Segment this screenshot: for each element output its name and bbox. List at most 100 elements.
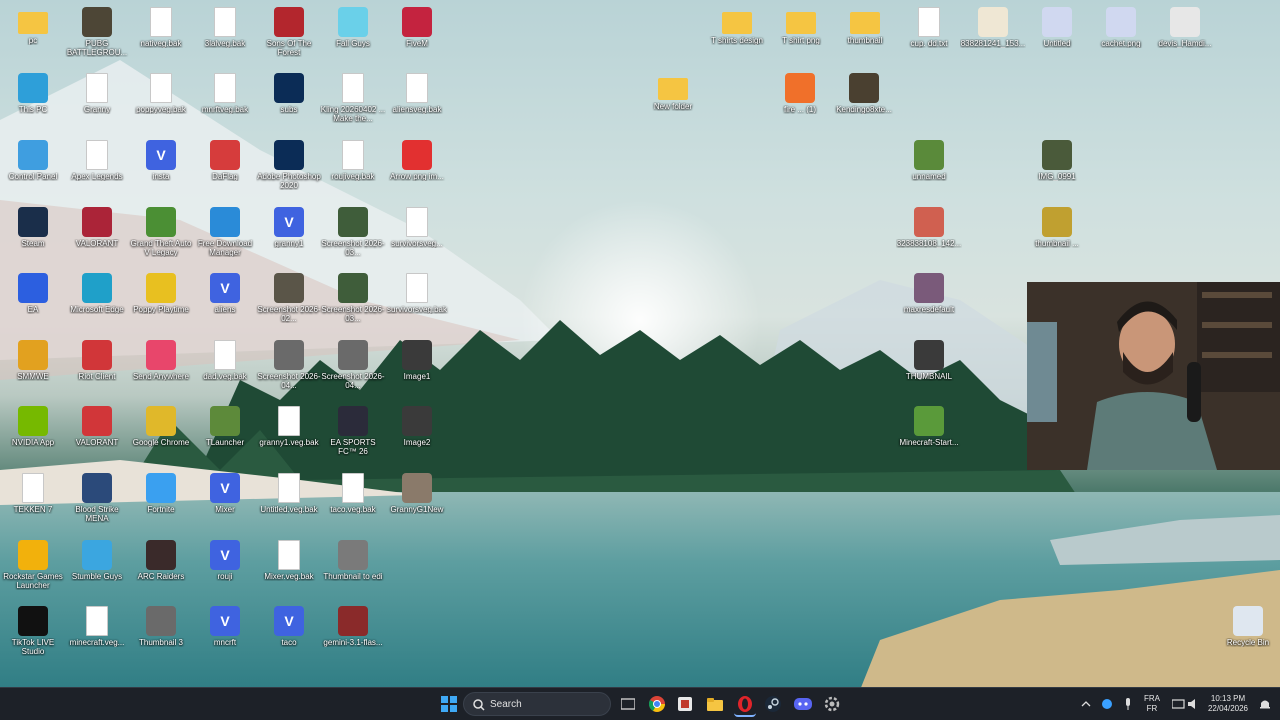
desktop-icon[interactable]: Minecraft-Start... (896, 403, 962, 465)
clock[interactable]: 10:13 PM 22/04/2026 (1203, 694, 1253, 714)
desktop-icon[interactable]: GrannyG1New (384, 470, 450, 532)
desktop-icon[interactable]: Screenshot 2026-04... (320, 337, 386, 399)
desktop-icon[interactable]: Steam (0, 204, 66, 266)
desktop-icon[interactable]: NVIDIA App (0, 403, 66, 465)
opera-taskbar-button[interactable] (734, 693, 756, 717)
desktop-icon[interactable]: IMG_0991 (1024, 137, 1090, 199)
desktop-icon[interactable]: Kling 20260402 ... Make the... (320, 70, 386, 132)
desktop-icon[interactable]: dad.veg.bak (192, 337, 258, 399)
desktop-icon[interactable]: devis_Hamdi... (1152, 4, 1218, 66)
desktop-icon[interactable]: Apex Legends (64, 137, 130, 199)
desktop-icon[interactable]: survivorsveg.bak (384, 270, 450, 332)
desktop-icon[interactable]: thumbnail ... (1024, 204, 1090, 266)
desktop-icon[interactable]: Free Download Manager (192, 204, 258, 266)
desktop-icon[interactable]: nativeg.bak (128, 4, 194, 66)
desktop-icon[interactable]: cachet.png (1088, 4, 1154, 66)
desktop-icon[interactable]: fire ... (1) (767, 70, 833, 132)
start-button[interactable] (438, 693, 460, 715)
tray-network-app[interactable] (1096, 693, 1118, 715)
steam-taskbar-button[interactable] (762, 693, 784, 715)
desktop-icon[interactable]: Image2 (384, 403, 450, 465)
desktop-icon[interactable]: Sons Of The Forest (256, 4, 322, 66)
desktop-icon[interactable]: New folder (640, 70, 706, 132)
notifications-button[interactable] (1254, 693, 1276, 715)
desktop-icon[interactable]: Recycle Bin (1215, 603, 1280, 665)
desktop-icon[interactable]: Image1 (384, 337, 450, 399)
desktop-icon[interactable]: roujiveg.bak (320, 137, 386, 199)
desktop-icon[interactable]: pc (0, 4, 66, 66)
desktop-icon[interactable]: Thumbnail 3 (128, 603, 194, 665)
desktop-icon[interactable]: Screenshot 2026-03... (320, 270, 386, 332)
desktop-icon[interactable]: DaFlag (192, 137, 258, 199)
chrome-taskbar-button[interactable] (646, 693, 668, 715)
desktop-icon[interactable]: THUMBNAIL (896, 337, 962, 399)
desktop-icon[interactable]: taco.veg.bak (320, 470, 386, 532)
desktop-icon[interactable]: Thumbnail to edi (320, 537, 386, 599)
tray-volume[interactable] (1183, 693, 1205, 715)
settings-taskbar-button[interactable] (821, 693, 843, 715)
desktop-icon[interactable]: Vmncrft (192, 603, 258, 665)
desktop-icon[interactable]: Untitled (1024, 4, 1090, 66)
desktop-icon[interactable]: PUBG BATTLEGROU... (64, 4, 130, 66)
desktop-icon[interactable]: Stumble Guys (64, 537, 130, 599)
desktop-icon[interactable]: 323838108_142... (896, 204, 962, 266)
desktop-icon[interactable]: VALORANT (64, 204, 130, 266)
discord-taskbar-button[interactable] (792, 693, 814, 715)
desktop-icon[interactable]: minecraft.veg... (64, 603, 130, 665)
desktop-icon[interactable]: Fall Guys (320, 4, 386, 66)
desktop-icon[interactable]: Vtaco (256, 603, 322, 665)
desktop-icon[interactable]: V Mixer (192, 470, 258, 532)
desktop-icon[interactable]: Mixer.veg.bak (256, 537, 322, 599)
desktop-icon[interactable]: FiveM (384, 4, 450, 66)
desktop-icon[interactable]: unnamed (896, 137, 962, 199)
desktop-icon[interactable]: Vrouji (192, 537, 258, 599)
desktop-icon[interactable]: SMMWE (0, 337, 66, 399)
desktop-icon[interactable]: Arrow png im... (384, 137, 450, 199)
desktop-icon[interactable]: Untitled.veg.bak (256, 470, 322, 532)
desktop-icon[interactable]: Microsoft Edge (64, 270, 130, 332)
desktop-icon[interactable]: Vinsta (128, 137, 194, 199)
taskbar-search[interactable]: Search (463, 692, 611, 716)
desktop-icon[interactable]: Screenshot 2026-02... (256, 270, 322, 332)
desktop-icon[interactable]: Send Anywhere (128, 337, 194, 399)
desktop-icon[interactable]: Blood Strike MENA (64, 470, 130, 532)
desktop-icon[interactable]: cup. dd.txt (896, 4, 962, 66)
desktop-icon[interactable]: Kendingo8xte... (831, 70, 897, 132)
desktop-icon[interactable]: Screenshot 2026-04... (256, 337, 322, 399)
desktop-icon[interactable]: ARC Raiders (128, 537, 194, 599)
desktop-icon[interactable]: Vgranny1 (256, 204, 322, 266)
desktop-icon[interactable]: Fortnite (128, 470, 194, 532)
desktop-icon[interactable]: TikTok LIVE Studio (0, 603, 66, 665)
file-explorer-taskbar-button[interactable] (704, 693, 726, 715)
desktop-icon[interactable]: 3lalveg.bak (192, 4, 258, 66)
desktop-icon[interactable]: Riot Client (64, 337, 130, 399)
desktop-icon[interactable]: Poppy Playtime (128, 270, 194, 332)
desktop-icon[interactable]: subs (256, 70, 322, 132)
desktop-icon[interactable]: poppyveg.bak (128, 70, 194, 132)
desktop-icon[interactable]: Adobe Photoshop 2020 (256, 137, 322, 199)
desktop-icon[interactable]: T shirt png (768, 4, 834, 66)
desktop-icon[interactable]: Google Chrome (128, 403, 194, 465)
language-indicator[interactable]: FRA FR (1140, 694, 1164, 714)
desktop-icon[interactable]: granny1.veg.bak (256, 403, 322, 465)
app-taskbar-button[interactable] (674, 693, 696, 715)
desktop-icon[interactable]: VALORANT (64, 403, 130, 465)
desktop-icon[interactable]: thumbnail (832, 4, 898, 66)
desktop-icon[interactable]: 838281241_153... (960, 4, 1026, 66)
desktop-icon[interactable]: aliensveg.bak (384, 70, 450, 132)
desktop-icon[interactable]: TLauncher (192, 403, 258, 465)
desktop-icon[interactable]: T shirts design (704, 4, 770, 66)
desktop-icon[interactable]: maxresdefault (896, 270, 962, 332)
desktop-icon[interactable]: Rockstar Games Launcher (0, 537, 66, 599)
desktop-icon[interactable]: This PC (0, 70, 66, 132)
desktop-icon[interactable]: EA SPORTS FC™ 26 (320, 403, 386, 465)
tray-overflow-button[interactable] (1075, 693, 1097, 715)
desktop-icon[interactable]: Grand Theft Auto V Legacy (128, 204, 194, 266)
desktop-icon[interactable]: mnrftveg.bak (192, 70, 258, 132)
desktop-icon[interactable]: TEKKEN 7 (0, 470, 66, 532)
desktop-icon[interactable]: Control Panel (0, 137, 66, 199)
desktop-icon[interactable]: EA (0, 270, 66, 332)
desktop-icon[interactable]: gemini-3.1-flas... (320, 603, 386, 665)
desktop-icon[interactable]: survivorsveg... (384, 204, 450, 266)
desktop-icon[interactable]: Valiens (192, 270, 258, 332)
